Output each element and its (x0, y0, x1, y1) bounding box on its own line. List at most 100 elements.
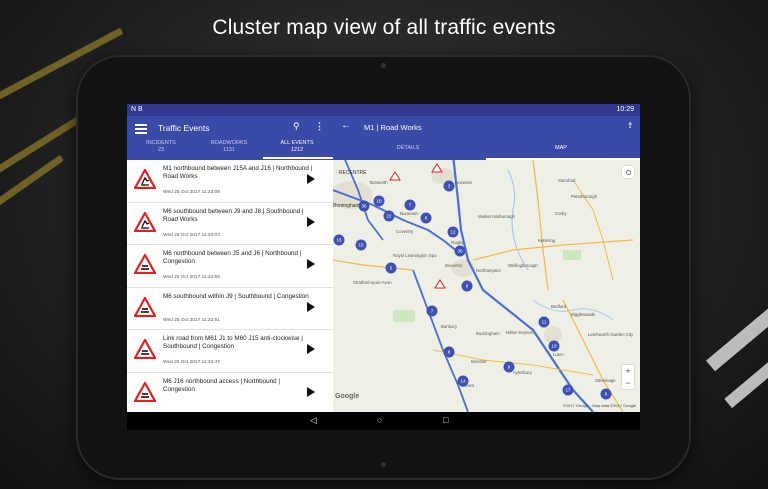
cluster-marker[interactable]: 14 (457, 375, 469, 387)
list-item[interactable]: M6 southbound within J9 | Southbound | C… (127, 288, 333, 330)
cluster-marker[interactable]: 17 (562, 384, 574, 396)
tab-incidents[interactable]: INCIDENTS 23 (127, 140, 195, 153)
event-tabs: INCIDENTS 23 ROADWORKS 1131 ALL EVENTS 1… (127, 136, 333, 160)
roadworks-warning-icon (134, 211, 156, 232)
svg-text:30: 30 (457, 249, 463, 254)
map-place-label: Market Harborough (478, 214, 516, 219)
map-place-label: Bicester (471, 359, 487, 364)
detail-app-bar: ← M1 | Road Works ⥉ DETAILS MAP (333, 116, 640, 160)
android-nav-bar: ◁ ○ □ (127, 412, 640, 430)
tab-map[interactable]: MAP (486, 145, 636, 151)
map-place-label: Buckingham (476, 331, 500, 336)
status-icons: N B (131, 106, 143, 113)
detail-panel: ← M1 | Road Works ⥉ DETAILS MAP RECENTRE… (333, 116, 640, 412)
app-title: Traffic Events (158, 123, 210, 133)
event-date: Wed 25 Oct 2017 11:22:47 (163, 360, 220, 365)
overflow-menu-icon[interactable]: ⋮ (315, 121, 324, 132)
play-arrow-icon[interactable] (307, 174, 315, 184)
event-title: Link road from M61 J1 to M60 J15 anti-cl… (163, 335, 303, 350)
cluster-marker[interactable]: 7 (426, 305, 438, 317)
front-camera (381, 63, 386, 68)
map-place-label: RECENTRE (339, 170, 367, 176)
play-arrow-icon[interactable] (307, 344, 315, 354)
cluster-marker[interactable]: 6 (600, 388, 612, 400)
congestion-warning-icon (134, 381, 156, 402)
tab-all-events[interactable]: ALL EVENTS 1212 (263, 140, 331, 153)
cluster-marker[interactable]: 16 (333, 234, 345, 246)
congestion-warning-icon (134, 254, 156, 274)
cluster-marker[interactable]: 11 (538, 316, 550, 328)
cluster-marker[interactable]: 8 (461, 280, 473, 292)
status-clock: 10:29 (616, 106, 634, 113)
cluster-marker[interactable]: 30 (454, 245, 466, 257)
bottom-dot (381, 462, 386, 467)
svg-text:11: 11 (542, 320, 547, 325)
cluster-marker[interactable]: 3 (443, 180, 455, 192)
congestion-warning-icon (134, 296, 156, 317)
play-arrow-icon[interactable] (307, 301, 315, 312)
map-place-label: Biggleswade (571, 312, 596, 317)
status-bar: N B 10:29 (127, 104, 640, 116)
map-place-label: Stevenage (595, 378, 616, 383)
cluster-marker[interactable]: 10 (373, 195, 385, 207)
cluster-marker[interactable]: 7 (404, 199, 416, 211)
nav-home-button[interactable]: ○ (377, 415, 382, 425)
list-item[interactable]: M1 northbound between J15A and J16 | Nor… (127, 160, 333, 203)
svg-text:10: 10 (376, 199, 382, 204)
search-icon[interactable]: ⚲ (293, 121, 300, 132)
tablet-frame: N B 10:29 Traffic Events ⚲ ⋮ INCIDENTS 2… (76, 55, 691, 480)
map-place-label: Nuneaton (400, 211, 419, 216)
map-place-label: Kettering (538, 238, 556, 243)
list-item[interactable]: M6 J16 northbound access | Northbound | … (127, 373, 333, 415)
play-arrow-icon[interactable] (307, 216, 315, 227)
map-place-label: Leicester (455, 180, 473, 185)
list-item[interactable]: Link road from M61 J1 to M60 J15 anti-cl… (127, 330, 333, 373)
location-target-icon (625, 169, 631, 175)
roadworks-warning-icon (134, 169, 156, 189)
tab-roadworks[interactable]: ROADWORKS 1131 (195, 140, 263, 153)
tab-details[interactable]: DETAILS (333, 145, 483, 151)
event-date: Wed 25 Oct 2017 11:22:55 (163, 275, 220, 280)
event-title: M6 southbound between J9 and J8 | Southb… (163, 207, 304, 223)
map-place-label: Daventry (445, 263, 463, 268)
event-title: M6 northbound between J5 and J6 | Northb… (163, 250, 302, 265)
list-item[interactable]: M6 northbound between J5 and J6 | Northb… (127, 245, 333, 288)
map-place-label: Coventry (396, 229, 414, 234)
cluster-map[interactable]: RECENTRE Tamworth Leicester Birmingham N… (333, 160, 640, 412)
cluster-marker[interactable]: 15 (355, 239, 367, 251)
back-arrow-icon[interactable]: ← (341, 120, 351, 131)
map-place-label: Milton Keynes (506, 330, 533, 335)
nav-back-button[interactable]: ◁ (310, 415, 317, 426)
cluster-marker[interactable]: 5 (385, 262, 397, 274)
tablet-screen: N B 10:29 Traffic Events ⚲ ⋮ INCIDENTS 2… (127, 104, 640, 430)
zoom-in-button[interactable]: + (622, 365, 634, 377)
map-place-label: Banbury (441, 324, 458, 329)
hamburger-menu-icon[interactable] (135, 124, 147, 134)
zoom-controls[interactable]: + − (622, 365, 634, 389)
events-app-bar: Traffic Events ⚲ ⋮ INCIDENTS 23 ROADWORK… (127, 116, 333, 160)
svg-text:14: 14 (460, 379, 466, 384)
zoom-out-button[interactable]: − (622, 377, 634, 389)
cluster-marker[interactable]: 36 (358, 200, 370, 212)
map-place-label: Stratford-upon-Avon (353, 280, 392, 285)
map-canvas: RECENTRE Tamworth Leicester Birmingham N… (333, 160, 640, 412)
map-place-label: Birmingham (333, 203, 360, 209)
list-item[interactable]: M6 southbound between J9 and J8 | Southb… (127, 203, 333, 245)
play-arrow-icon[interactable] (307, 259, 315, 269)
cluster-marker[interactable]: 8 (443, 346, 455, 358)
my-location-button[interactable] (622, 166, 634, 178)
cluster-marker[interactable]: 22 (383, 210, 395, 222)
map-place-label: Rugby (451, 240, 464, 245)
cluster-marker[interactable]: 8 (420, 212, 432, 224)
share-icon[interactable]: ⥉ (628, 121, 632, 131)
cluster-marker[interactable]: 12 (447, 226, 459, 238)
nav-recents-button[interactable]: □ (443, 415, 448, 425)
congestion-warning-icon (134, 339, 156, 359)
cluster-marker[interactable]: 9 (503, 361, 515, 373)
play-arrow-icon[interactable] (307, 386, 315, 397)
cluster-marker[interactable]: 13 (548, 340, 560, 352)
event-title: M1 northbound between J15A and J16 | Nor… (163, 165, 313, 180)
svg-text:36: 36 (361, 204, 367, 209)
detail-title: M1 | Road Works (364, 123, 422, 132)
event-date: Wed 25 Oct 2017 11:22:51 (163, 317, 220, 323)
